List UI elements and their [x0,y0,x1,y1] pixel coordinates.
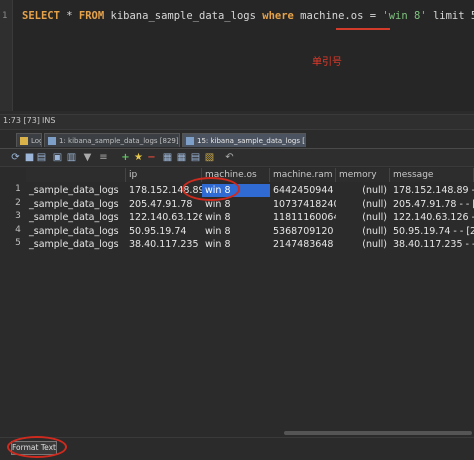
filter-icon[interactable]: ▣ [52,152,63,163]
keyword-where: where [262,10,294,22]
row-number[interactable]: 1 [12,184,24,194]
sort-order-icon[interactable]: ≡ [98,152,109,163]
cell-ip[interactable]: 205.47.91.78 [126,198,202,211]
sql-string-value: 'win 8' [382,10,427,22]
keyword-from: FROM [78,10,105,22]
cell-message[interactable]: 50.95.19.74 - - [201 [390,225,474,238]
tab-label: 15: kibana_sample_data_logs [5] [197,137,306,145]
row-number[interactable]: 5 [12,238,24,248]
row-number[interactable]: 4 [12,225,24,235]
cell-machine-ram[interactable]: 10737418240 [270,198,336,211]
undo-icon[interactable]: ↶ [224,152,235,163]
row-number[interactable]: 3 [12,211,24,221]
export-icon[interactable]: ▤ [36,152,47,163]
column-header-machine-ram[interactable]: machine.ram [270,168,336,182]
cell-ip[interactable]: 122.140.63.126 [126,211,202,224]
sql-star: * [59,10,79,22]
cell-memory[interactable]: (null) [336,184,390,197]
sort-icon[interactable]: ▥ [66,152,77,163]
sql-limit: limit 5 [426,10,474,22]
table-icon [186,137,194,145]
annotation-underline [336,28,390,30]
add-icon[interactable]: + [120,152,131,163]
editor-status-bar: 1:73 [73] INS [0,114,474,130]
annotation-circle-value [182,177,240,201]
insert-mode: INS [42,116,56,125]
tab-result-15[interactable]: 15: kibana_sample_data_logs [5] [182,133,306,147]
grid-toolbar: ⟳ ■ ▤ ▣ ▥ ▼ ≡ + ★ − ▦ ▦ ▤ ▧ ↶ [0,149,474,167]
table-icon [48,137,56,145]
cursor-position: 1:73 [73] [3,116,40,125]
tab-log[interactable]: Log [16,133,42,147]
cell-message[interactable]: 205.47.91.78 - - [20 [390,198,474,211]
cell-index[interactable]: _sample_data_logs [26,211,126,224]
cell-machine-ram[interactable]: 2147483648 [270,238,336,251]
cell-machine-ram[interactable]: 6442450944 [270,184,336,197]
cell-ip[interactable]: 50.95.19.74 [126,225,202,238]
column-header-memory[interactable]: memory [336,168,390,182]
cell-machine-ram[interactable]: 5368709120 [270,225,336,238]
text-icon[interactable]: ▧ [204,152,215,163]
save-icon[interactable]: ▦ [162,152,173,163]
cell-index[interactable]: _sample_data_logs [26,184,126,197]
cell-memory[interactable]: (null) [336,198,390,211]
keyword-select: SELECT [22,10,60,22]
cell-index[interactable]: _sample_data_logs [26,238,126,251]
cell-message[interactable]: 38.40.117.235 - - [2 [390,238,474,251]
star-icon[interactable]: ★ [133,152,144,163]
row-number[interactable]: 2 [12,198,24,208]
editor-gutter: 1 [0,0,13,111]
cell-memory[interactable]: (null) [336,211,390,224]
log-icon [20,137,28,145]
sql-query-line[interactable]: SELECT * FROM kibana_sample_data_logs wh… [22,10,474,22]
cell-ip[interactable]: 38.40.117.235 [126,238,202,251]
cell-index[interactable]: _sample_data_logs [26,198,126,211]
annotation-text: 单引号 [312,57,342,68]
cell-machine-os[interactable]: win 8 [202,238,270,251]
cell-machine-os[interactable]: win 8 [202,211,270,224]
funnel-icon[interactable]: ▼ [82,152,93,163]
cell-index[interactable]: _sample_data_logs [26,225,126,238]
tab-label: Log [31,137,41,145]
sql-condition: machine.os = [293,10,383,22]
tab-result-1[interactable]: 1: kibana_sample_data_logs [829]* [44,133,180,147]
line-number: 1 [2,11,8,21]
bottom-panel [0,437,474,460]
form-icon[interactable]: ▤ [190,152,201,163]
column-header-index[interactable] [26,168,126,182]
sql-table: kibana_sample_data_logs [104,10,263,22]
tab-label: 1: kibana_sample_data_logs [829]* [59,137,180,145]
result-tabs: Log 1: kibana_sample_data_logs [829]* 15… [0,132,474,149]
cell-message[interactable]: 122.140.63.126 - - [ [390,211,474,224]
horizontal-scrollbar[interactable] [284,431,472,435]
cell-memory[interactable]: (null) [336,225,390,238]
cell-memory[interactable]: (null) [336,238,390,251]
stop-icon[interactable]: ■ [24,152,35,163]
grid-icon[interactable]: ▦ [176,152,187,163]
column-header-message[interactable]: message [390,168,474,182]
refresh-icon[interactable]: ⟳ [10,152,21,163]
cell-machine-ram[interactable]: 11811160064 [270,211,336,224]
cell-machine-os[interactable]: win 8 [202,225,270,238]
annotation-circle-format [7,436,67,458]
cell-message[interactable]: 178.152.148.89 - - [ [390,184,474,197]
sql-editor[interactable]: 1 SELECT * FROM kibana_sample_data_logs … [0,0,474,111]
delete-icon[interactable]: − [146,152,157,163]
